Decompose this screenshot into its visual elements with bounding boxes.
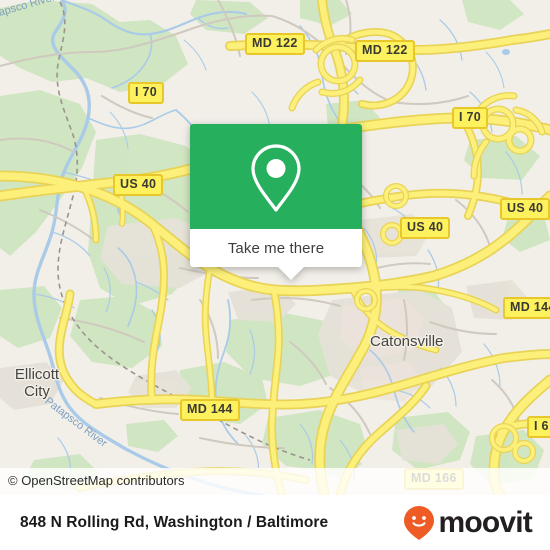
moovit-map-screenshot: MD 122 MD 122 I 70 I 70 US 40 US 40 US 4… (0, 0, 550, 550)
shield-i-70-east[interactable]: I 70 (452, 107, 489, 129)
footer-bar: 848 N Rolling Rd, Washington / Baltimore… (0, 495, 550, 550)
map-canvas[interactable]: MD 122 MD 122 I 70 I 70 US 40 US 40 US 4… (0, 0, 550, 495)
shield-label: MD 144 (510, 300, 550, 314)
address-text: 848 N Rolling Rd, Washington / Baltimore (20, 513, 329, 531)
osm-attribution[interactable]: © OpenStreetMap contributors (0, 468, 550, 495)
shield-label: MD 122 (252, 36, 298, 50)
map-pin-icon (251, 144, 301, 212)
callout-image-panel (190, 124, 362, 229)
shield-label: US 40 (507, 201, 544, 215)
shield-label: MD 122 (362, 43, 408, 57)
place-label-text: Catonsville (370, 333, 444, 350)
shield-label: I 6 (534, 419, 549, 433)
shield-label: I 70 (459, 110, 482, 124)
destination-callout-card[interactable]: Take me there (190, 124, 362, 280)
shield-md-122-east[interactable]: MD 122 (355, 40, 415, 62)
moovit-pin-smile-icon (404, 505, 435, 540)
place-label-ellicott-city: Ellicott City (0, 366, 74, 400)
shield-md-144-east[interactable]: MD 144 (503, 297, 550, 319)
place-label-line-1: Ellicott (14, 366, 60, 383)
shield-md-144-west[interactable]: MD 144 (180, 399, 240, 421)
moovit-logo[interactable]: moovit (402, 505, 533, 541)
shield-i-695[interactable]: I 6 (527, 416, 550, 438)
shield-label: MD 144 (187, 402, 233, 416)
place-label-line-2: City (24, 383, 50, 400)
moovit-wordmark: moovit (438, 505, 532, 539)
shield-label: US 40 (407, 220, 444, 234)
shield-label: I 70 (135, 85, 158, 99)
shield-md-122-west[interactable]: MD 122 (245, 33, 305, 55)
take-me-there-label: Take me there (227, 239, 325, 257)
take-me-there-button[interactable]: Take me there (190, 229, 362, 267)
shield-us-40-center[interactable]: US 40 (400, 217, 451, 239)
shield-us-40-east[interactable]: US 40 (500, 198, 550, 220)
place-label-catonsville: Catonsville (370, 333, 443, 350)
shield-us-40-west[interactable]: US 40 (113, 174, 164, 196)
shield-i-70-west[interactable]: I 70 (128, 82, 165, 104)
shield-label: US 40 (120, 177, 157, 191)
callout-pointer-tail (278, 267, 304, 280)
osm-attribution-text: © OpenStreetMap contributors (8, 473, 185, 488)
